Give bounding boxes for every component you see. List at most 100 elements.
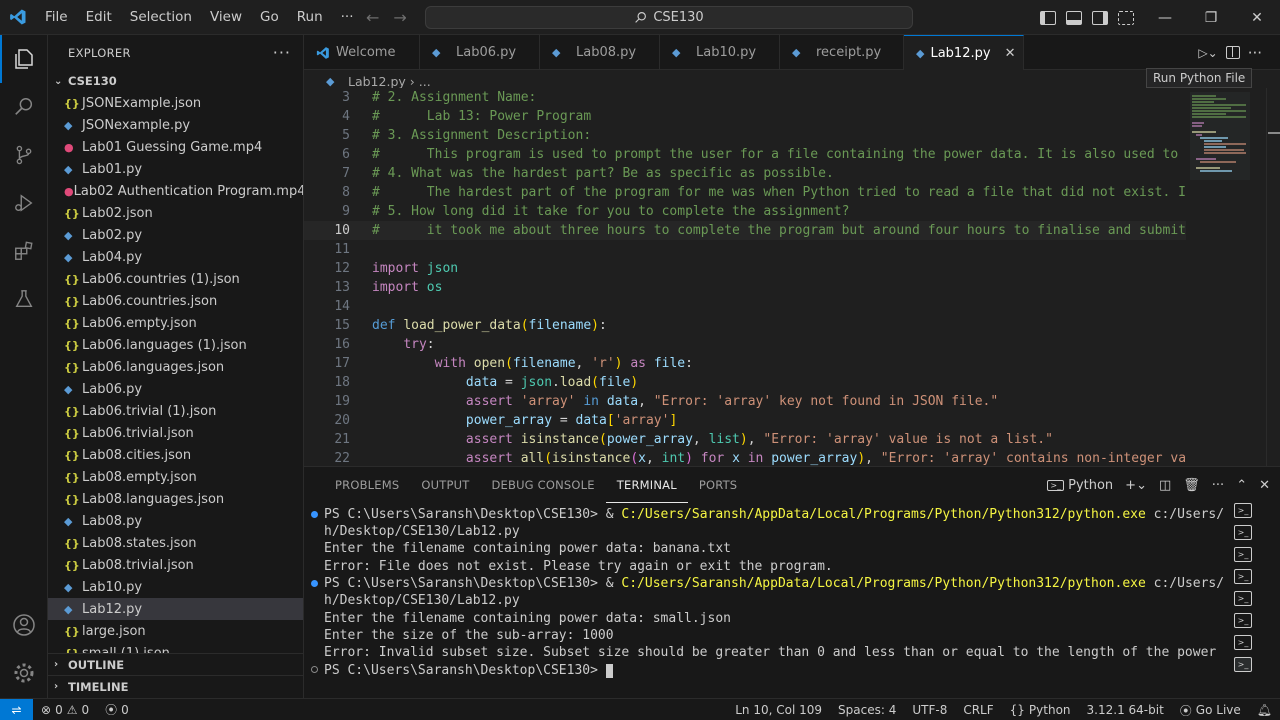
panel-tab-debug-console[interactable]: DEBUG CONSOLE — [480, 467, 605, 503]
file-item[interactable]: ◆ Lab08.py — [48, 510, 303, 532]
terminal-instance-icon[interactable]: >_ — [1234, 569, 1252, 584]
tab-lab10[interactable]: ◆ Lab10.py — [660, 35, 780, 70]
search-icon[interactable] — [0, 83, 48, 131]
panel-tab-terminal[interactable]: TERMINAL — [605, 467, 688, 503]
menu-go[interactable]: Go — [251, 0, 288, 35]
more-actions-icon[interactable]: ··· — [1212, 478, 1224, 493]
editor-scrollbar[interactable] — [1266, 88, 1280, 466]
file-item[interactable]: ● Lab01 Guessing Game.mp4 — [48, 136, 303, 158]
terminal-instance-icon[interactable]: >_ — [1234, 525, 1252, 540]
file-item[interactable]: {} Lab08.states.json — [48, 532, 303, 554]
new-terminal-icon[interactable]: +⌄ — [1125, 478, 1147, 493]
close-panel-icon[interactable]: ✕ — [1259, 478, 1270, 493]
terminal-instance-icon[interactable]: >_ — [1234, 503, 1252, 518]
menu-run[interactable]: Run — [288, 0, 332, 35]
language-mode[interactable]: {} Python — [1002, 703, 1079, 717]
file-item[interactable]: {} Lab06.countries.json — [48, 290, 303, 312]
close-tab-icon[interactable]: ✕ — [1005, 46, 1016, 61]
file-item[interactable]: {} Lab06.countries (1).json — [48, 268, 303, 290]
terminal-instance-icon[interactable]: >_ — [1234, 635, 1252, 650]
toggle-sidebar-icon[interactable] — [1040, 10, 1056, 25]
back-arrow-icon[interactable]: ← — [366, 8, 379, 27]
command-center-search[interactable]: CSE130 — [425, 6, 913, 29]
panel-tab-ports[interactable]: PORTS — [688, 467, 748, 503]
file-item[interactable]: ● Lab02 Authentication Program.mp4 — [48, 180, 303, 202]
code-editor[interactable]: 3 # 2. Assignment Name: 4 # Lab 13: Power … — [304, 88, 1186, 466]
split-editor-icon[interactable] — [1225, 46, 1240, 59]
file-item[interactable]: ◆ Lab12.py — [48, 598, 303, 620]
go-live-button[interactable]: ⦿ Go Live — [1172, 702, 1249, 719]
outline-section[interactable]: › OUTLINE — [48, 653, 303, 675]
remote-indicator-icon[interactable]: ⇌ — [0, 698, 33, 720]
file-item[interactable]: {} Lab08.languages.json — [48, 488, 303, 510]
maximize-panel-icon[interactable]: ⌃ — [1236, 478, 1247, 493]
file-item[interactable]: {} Lab06.languages.json — [48, 356, 303, 378]
file-item[interactable]: {} Lab06.trivial (1).json — [48, 400, 303, 422]
file-item[interactable]: {} Lab02.json — [48, 202, 303, 224]
python-interpreter[interactable]: 3.12.1 64-bit — [1079, 703, 1172, 717]
terminal-instance-icon[interactable]: >_ — [1234, 591, 1252, 606]
kill-terminal-icon[interactable]: 🗑 — [1183, 478, 1200, 493]
file-item[interactable]: ◆ JSONexample.py — [48, 114, 303, 136]
source-control-icon[interactable] — [0, 131, 48, 179]
close-window-button[interactable]: ✕ — [1234, 0, 1280, 35]
split-terminal-icon[interactable]: ◫ — [1159, 478, 1171, 493]
restore-button[interactable]: ❐ — [1188, 0, 1234, 35]
explorer-icon[interactable] — [0, 35, 48, 83]
terminal-instance-icon[interactable]: >_ — [1234, 613, 1252, 628]
terminal-shell-selector[interactable]: >_ Python — [1047, 478, 1113, 493]
file-item[interactable]: {} Lab08.trivial.json — [48, 554, 303, 576]
end-of-line[interactable]: CRLF — [955, 703, 1001, 717]
cursor-position[interactable]: Ln 10, Col 109 — [727, 703, 830, 717]
tab-lab06[interactable]: ◆ Lab06.py — [420, 35, 540, 70]
encoding[interactable]: UTF-8 — [904, 703, 955, 717]
panel-tab-problems[interactable]: PROBLEMS — [324, 467, 410, 503]
account-icon[interactable] — [0, 601, 48, 649]
file-item[interactable]: ◆ Lab10.py — [48, 576, 303, 598]
file-item[interactable]: {} large.json — [48, 620, 303, 642]
menu-edit[interactable]: Edit — [77, 0, 121, 35]
terminal-instance-icon[interactable]: >_ — [1234, 657, 1252, 672]
tab-lab12[interactable]: ◆ Lab12.py ✕ — [904, 35, 1024, 70]
toggle-panel-icon[interactable] — [1066, 10, 1082, 25]
more-actions-icon[interactable]: ··· — [273, 43, 291, 62]
toggle-secondary-sidebar-icon[interactable] — [1092, 10, 1108, 25]
menu-more[interactable]: ··· — [332, 0, 363, 35]
tab-lab08[interactable]: ◆ Lab08.py — [540, 35, 660, 70]
file-item[interactable]: ◆ Lab02.py — [48, 224, 303, 246]
folder-cse130[interactable]: ⌄ CSE130 — [48, 70, 303, 92]
tab-welcome[interactable]: Welcome — [304, 35, 420, 70]
minimap[interactable] — [1186, 88, 1266, 466]
indentation[interactable]: Spaces: 4 — [830, 703, 904, 717]
panel-tab-output[interactable]: OUTPUT — [410, 467, 480, 503]
notifications-bell-icon[interactable]: 🔔︎ — [1249, 703, 1280, 717]
run-debug-icon[interactable] — [0, 179, 48, 227]
more-actions-icon[interactable]: ··· — [1248, 44, 1262, 62]
settings-gear-icon[interactable] — [0, 649, 48, 697]
file-item[interactable]: ◆ Lab06.py — [48, 378, 303, 400]
terminal-output[interactable]: PS C:\Users\Saransh\Desktop\CSE130> & C:… — [304, 503, 1224, 699]
timeline-section[interactable]: › TIMELINE — [48, 675, 303, 697]
problems-status[interactable]: ⊗ 0 ⚠ 0 — [33, 703, 97, 717]
file-item[interactable]: {} Lab06.languages (1).json — [48, 334, 303, 356]
menu-file[interactable]: File — [36, 0, 77, 35]
terminal-instance-icon[interactable]: >_ — [1234, 547, 1252, 562]
file-item[interactable]: {} JSONExample.json — [48, 92, 303, 114]
menu-view[interactable]: View — [201, 0, 251, 35]
forward-arrow-icon[interactable]: → — [393, 8, 406, 27]
testing-flask-icon[interactable] — [0, 275, 48, 323]
menu-selection[interactable]: Selection — [121, 0, 201, 35]
file-item[interactable]: {} Lab06.empty.json — [48, 312, 303, 334]
file-item[interactable]: {} Lab08.cities.json — [48, 444, 303, 466]
minimize-button[interactable]: — — [1142, 0, 1188, 35]
extensions-icon[interactable] — [0, 227, 48, 275]
breadcrumb-file[interactable]: Lab12.py — [348, 74, 406, 89]
customize-layout-icon[interactable] — [1118, 10, 1134, 25]
breadcrumb-symbol[interactable]: ... — [419, 74, 431, 89]
file-item[interactable]: {} Lab08.empty.json — [48, 466, 303, 488]
file-item[interactable]: ◆ Lab01.py — [48, 158, 303, 180]
run-python-file-icon[interactable]: ▷⌄ — [1198, 46, 1217, 60]
ports-status[interactable]: ⦿ 0 — [97, 701, 137, 718]
file-item[interactable]: {} Lab06.trivial.json — [48, 422, 303, 444]
tab-receipt[interactable]: ◆ receipt.py — [780, 35, 904, 70]
